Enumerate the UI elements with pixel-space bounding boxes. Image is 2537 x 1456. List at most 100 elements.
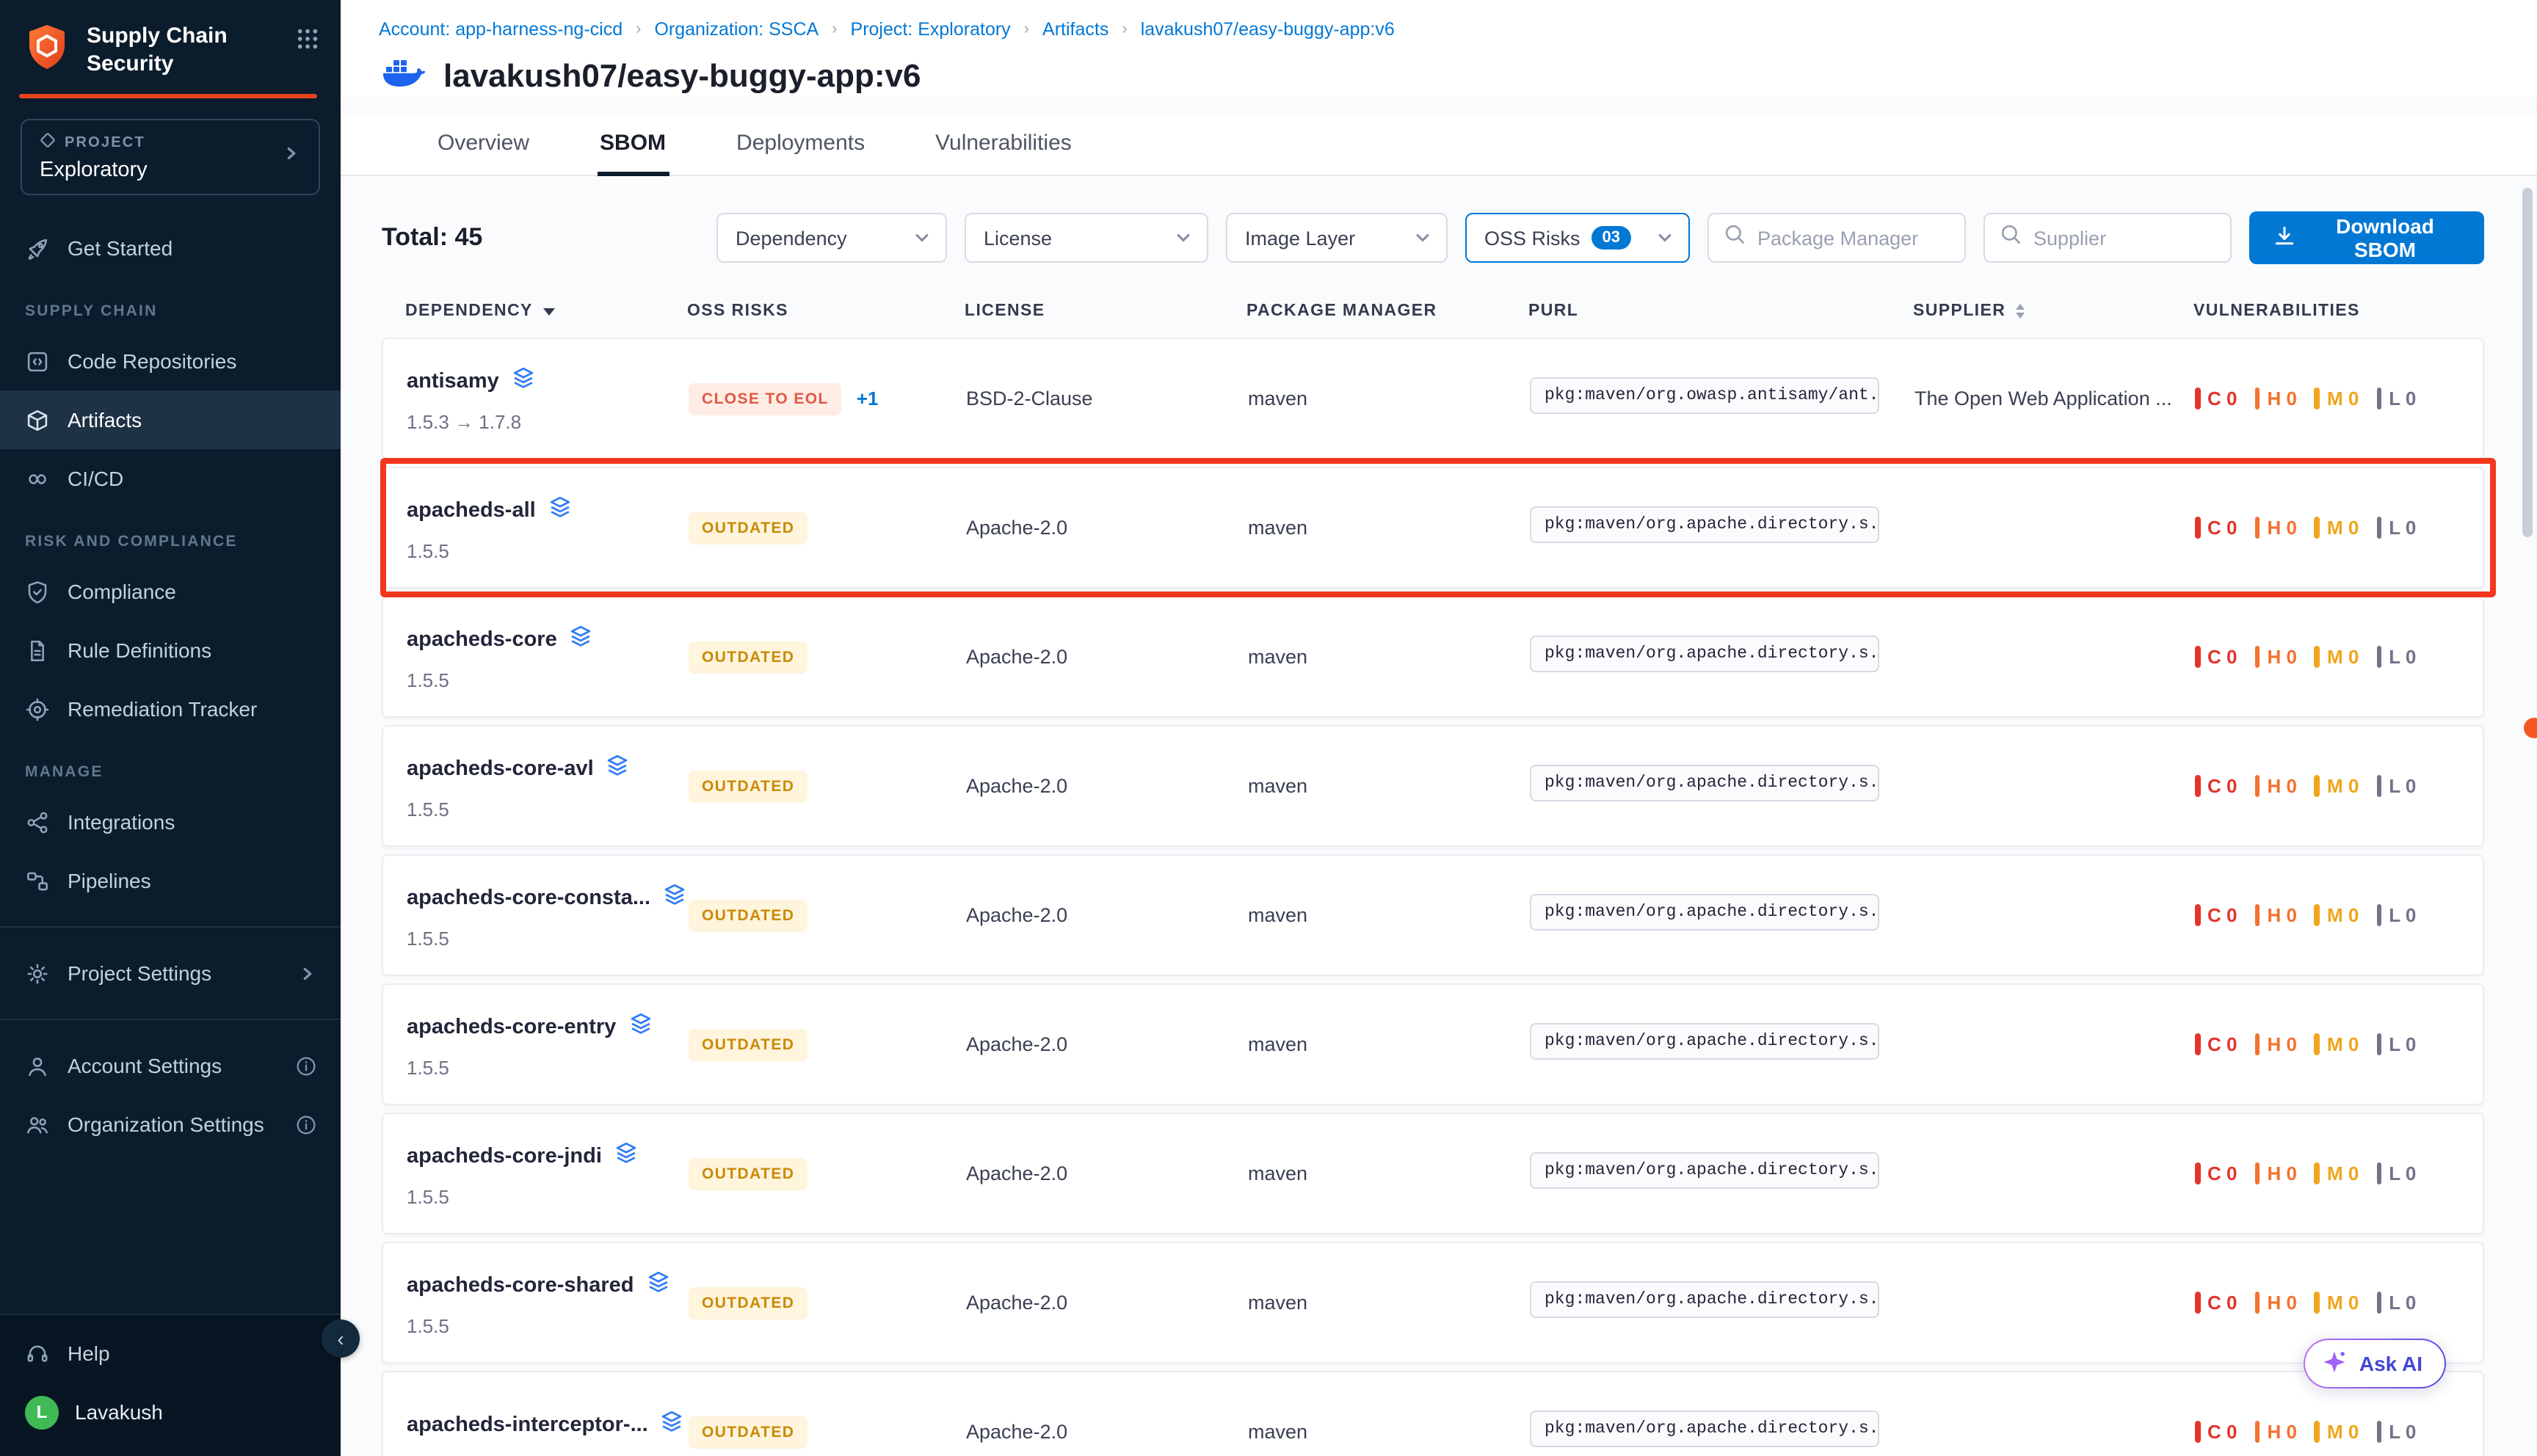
package-manager-cell: maven xyxy=(1248,775,1530,797)
column-oss-risks: OSS RISKS xyxy=(687,302,965,320)
user-menu[interactable]: L Lavakush xyxy=(0,1383,341,1441)
oss-risks-filter[interactable]: OSS Risks 03 xyxy=(1465,213,1690,263)
sidebar-item-get-started[interactable]: Get Started xyxy=(0,219,341,277)
dependency-name: apacheds-core-consta... xyxy=(407,886,650,909)
purl-cell: pkg:maven/org.apache.directory.s... xyxy=(1530,506,1914,550)
sidebar-item-code-repositories[interactable]: Code Repositories xyxy=(0,332,341,390)
oss-risk-badge: OUTDATED xyxy=(689,1157,807,1190)
license-cell: Apache-2.0 xyxy=(966,517,1248,539)
tab-sbom[interactable]: SBOM xyxy=(597,114,669,175)
scrollbar[interactable] xyxy=(2522,188,2533,537)
layers-icon xyxy=(606,752,631,785)
sidebar-item-project-settings[interactable]: Project Settings xyxy=(0,944,341,1002)
table-row[interactable]: apacheds-core-shared 1.5.5 OUTDATED Apac… xyxy=(382,1242,2484,1364)
column-supplier[interactable]: SUPPLIER xyxy=(1913,302,2193,320)
rocket-icon xyxy=(25,236,50,261)
sidebar-item-cicd[interactable]: CI/CD xyxy=(0,449,341,508)
purl-chip[interactable]: pkg:maven/org.apache.directory.s... xyxy=(1530,1410,1879,1446)
harness-scs-logo-icon[interactable] xyxy=(22,22,72,79)
purl-chip[interactable]: pkg:maven/org.apache.directory.s... xyxy=(1530,893,1879,930)
sidebar-item-label: Pipelines xyxy=(68,869,151,892)
package-manager-search[interactable] xyxy=(1707,213,1966,263)
total-count: Total: 45 xyxy=(382,223,699,252)
purl-chip[interactable]: pkg:maven/org.apache.directory.s... xyxy=(1530,635,1879,671)
sbom-content: Total: 45 Dependency License Image Layer… xyxy=(341,176,2537,1456)
purl-chip[interactable]: pkg:maven/org.apache.directory.s... xyxy=(1530,506,1879,542)
table-row[interactable]: apacheds-core-jndi 1.5.5 OUTDATED Apache… xyxy=(382,1113,2484,1234)
table-row[interactable]: apacheds-all 1.5.5 OUTDATED Apache-2.0 m… xyxy=(382,467,2484,589)
package-manager-cell: maven xyxy=(1248,646,1530,668)
sidebar: Supply Chain Security PROJECT Explorator… xyxy=(0,0,341,1456)
sidebar-item-organization-settings[interactable]: Organization Settings xyxy=(0,1095,341,1154)
sidebar-collapse-handle[interactable]: ‹ xyxy=(322,1320,360,1358)
person-icon xyxy=(25,1053,50,1078)
ask-ai-button[interactable]: Ask AI xyxy=(2304,1339,2446,1388)
dependency-name: apacheds-core-jndi xyxy=(407,1144,602,1168)
license-filter[interactable]: License xyxy=(965,213,1208,263)
sidebar-item-account-settings[interactable]: Account Settings xyxy=(0,1036,341,1095)
chevron-down-icon xyxy=(913,229,931,247)
download-label: Download SBOM xyxy=(2309,214,2461,261)
vulnerability-counts: C 0H 0M 0L 0 xyxy=(2195,775,2483,797)
vuln-m: M 0 xyxy=(2315,1033,2359,1055)
project-selector[interactable]: PROJECT Exploratory xyxy=(21,119,320,195)
filter-label: OSS Risks xyxy=(1484,227,1580,249)
purl-chip[interactable]: pkg:maven/org.apache.directory.s... xyxy=(1530,1022,1879,1059)
sidebar-item-label: Organization Settings xyxy=(68,1113,264,1136)
breadcrumb-current[interactable]: lavakush07/easy-buggy-app:v6 xyxy=(1141,19,1395,40)
vuln-l: L 0 xyxy=(2376,1162,2416,1184)
supplier-search[interactable] xyxy=(1983,213,2232,263)
page-title: lavakush07/easy-buggy-app:v6 xyxy=(443,57,921,95)
purl-chip[interactable]: pkg:maven/org.apache.directory.s... xyxy=(1530,1281,1879,1317)
vuln-l: L 0 xyxy=(2376,1033,2416,1055)
table-row[interactable]: apacheds-core-consta... 1.5.5 OUTDATED A… xyxy=(382,854,2484,976)
oss-risks-cell: OUTDATED xyxy=(689,1028,966,1060)
layers-icon xyxy=(628,1011,653,1043)
breadcrumb-artifacts[interactable]: Artifacts xyxy=(1042,19,1108,40)
vuln-c: C 0 xyxy=(2195,517,2237,539)
headset-icon xyxy=(25,1341,50,1366)
app-title-line1: Supply Chain xyxy=(87,23,280,51)
package-manager-input[interactable] xyxy=(1757,227,1950,249)
dependency-filter[interactable]: Dependency xyxy=(716,213,947,263)
table-row[interactable]: antisamy 1.5.3 → 1.7.8 CLOSE TO EOL +1 B… xyxy=(382,338,2484,459)
purl-chip[interactable]: pkg:maven/org.apache.directory.s... xyxy=(1530,1151,1879,1188)
image-layer-filter[interactable]: Image Layer xyxy=(1226,213,1448,263)
table-row[interactable]: apacheds-interceptor-... OUTDATED Apache… xyxy=(382,1371,2484,1456)
tab-overview[interactable]: Overview xyxy=(435,114,532,175)
oss-risk-badge: OUTDATED xyxy=(689,1416,807,1448)
breadcrumb-project[interactable]: Project: Exploratory xyxy=(851,19,1011,40)
breadcrumb-organization[interactable]: Organization: SSCA xyxy=(654,19,819,40)
column-dependency[interactable]: DEPENDENCY xyxy=(405,302,687,320)
infinity-icon xyxy=(25,466,50,491)
oss-risk-more[interactable]: +1 xyxy=(857,387,879,410)
pipelines-icon xyxy=(25,868,50,893)
toolbar: Total: 45 Dependency License Image Layer… xyxy=(382,211,2484,264)
sidebar-item-compliance[interactable]: Compliance xyxy=(0,562,341,621)
table-row[interactable]: apacheds-core 1.5.5 OUTDATED Apache-2.0 … xyxy=(382,596,2484,718)
sidebar-item-rule-definitions[interactable]: Rule Definitions xyxy=(0,621,341,680)
sidebar-item-pipelines[interactable]: Pipelines xyxy=(0,851,341,910)
purl-chip[interactable]: pkg:maven/org.apache.directory.s... xyxy=(1530,764,1879,801)
table-row[interactable]: apacheds-core-entry 1.5.5 OUTDATED Apach… xyxy=(382,983,2484,1105)
vuln-m: M 0 xyxy=(2315,1292,2359,1314)
sparkle-icon xyxy=(2321,1348,2348,1379)
breadcrumb-account[interactable]: Account: app-harness-ng-cicd xyxy=(379,19,623,40)
info-icon xyxy=(295,1055,317,1077)
purl-chip[interactable]: pkg:maven/org.owasp.antisamy/ant... xyxy=(1530,376,1879,413)
module-switcher-icon[interactable] xyxy=(295,26,320,59)
vuln-h: H 0 xyxy=(2254,387,2296,410)
column-label: LICENSE xyxy=(965,302,1045,320)
sidebar-item-artifacts[interactable]: Artifacts xyxy=(0,390,341,449)
table-row[interactable]: apacheds-core-avl 1.5.5 OUTDATED Apache-… xyxy=(382,725,2484,847)
vulnerability-counts: C 0H 0M 0L 0 xyxy=(2195,1292,2483,1314)
dependency-cell: apacheds-core-entry 1.5.5 xyxy=(407,1011,689,1078)
sidebar-item-integrations[interactable]: Integrations xyxy=(0,793,341,851)
sidebar-item-remediation-tracker[interactable]: Remediation Tracker xyxy=(0,680,341,738)
download-sbom-button[interactable]: Download SBOM xyxy=(2249,211,2484,264)
tab-vulnerabilities[interactable]: Vulnerabilities xyxy=(932,114,1075,175)
license-cell: Apache-2.0 xyxy=(966,1292,1248,1314)
supplier-input[interactable] xyxy=(2033,227,2215,249)
sidebar-item-help[interactable]: Help xyxy=(0,1324,341,1383)
tab-deployments[interactable]: Deployments xyxy=(733,114,868,175)
